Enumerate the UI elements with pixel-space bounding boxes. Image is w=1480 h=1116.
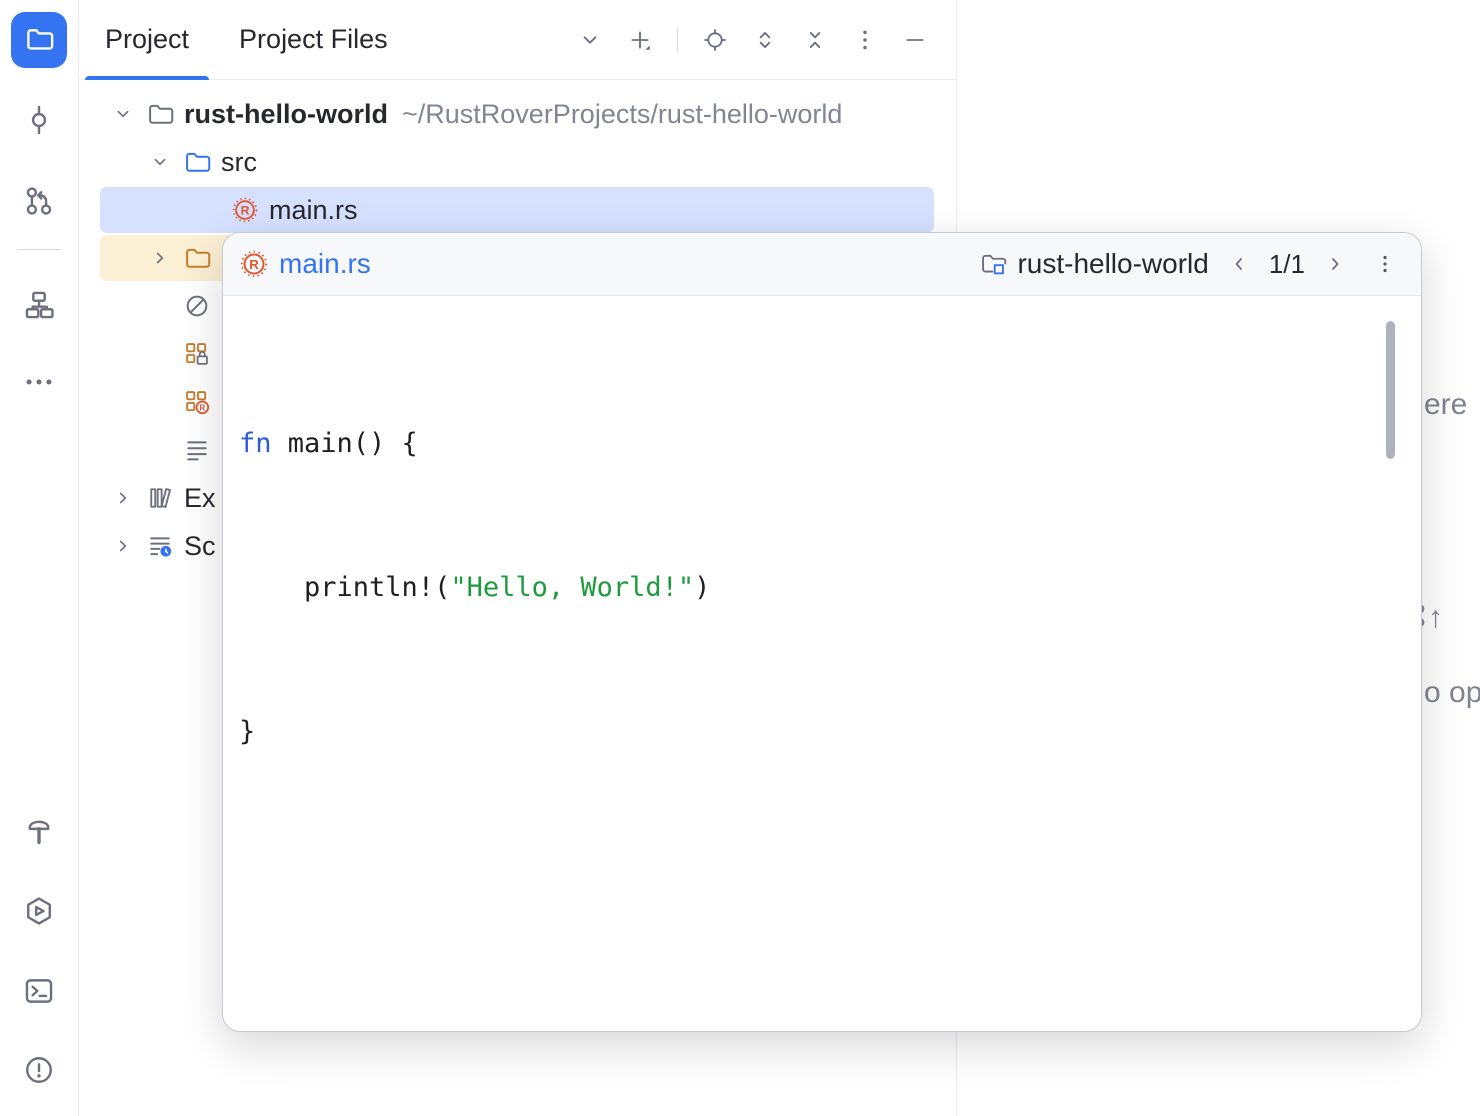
- code-line: fn main() {: [239, 420, 1421, 468]
- toolbar-separator: [677, 28, 678, 52]
- tab-project-files-label: Project Files: [239, 24, 388, 55]
- selection-highlight: [100, 187, 934, 233]
- hide-panel-icon[interactable]: [902, 27, 928, 53]
- collapse-all-icon[interactable]: [802, 27, 828, 53]
- tree-root-path: ~/RustRoverProjects/rust-hello-world: [402, 99, 842, 130]
- scratches-icon: [146, 532, 174, 560]
- tab-project-files[interactable]: Project Files: [219, 0, 408, 79]
- cargo-toml-file-icon: R: [183, 388, 211, 416]
- folder-icon: [146, 100, 174, 128]
- tree-label-main-rs: main.rs: [269, 195, 358, 226]
- scrollbar-thumb[interactable]: [1386, 321, 1395, 459]
- tree-row-root-folder[interactable]: rust-hello-world ~/RustRoverProjects/rus…: [79, 90, 956, 138]
- project-panel-toolbar: [577, 0, 956, 79]
- folder-icon: [24, 24, 54, 57]
- project-panel-header: Project Project Files: [79, 0, 956, 80]
- ignored-file-icon: [183, 292, 211, 320]
- code-line: }: [239, 708, 1421, 756]
- tree-row-src[interactable]: src: [79, 138, 956, 186]
- previous-chevron-left-icon[interactable]: [1227, 252, 1251, 276]
- popup-menu-kebab-icon[interactable]: [1373, 252, 1397, 276]
- svg-text:R: R: [241, 203, 250, 217]
- activity-bar: [0, 0, 79, 1116]
- excluded-folder-icon: [183, 244, 211, 272]
- structure-icon[interactable]: [22, 288, 56, 322]
- next-chevron-right-icon[interactable]: [1323, 252, 1347, 276]
- popup-header: R main.rs rust-hello-world 1/1: [223, 233, 1421, 296]
- svg-text:R: R: [249, 257, 259, 272]
- libraries-icon: [146, 484, 174, 512]
- chevron-right-icon[interactable]: [112, 535, 134, 557]
- file-location-icon: [979, 250, 1007, 278]
- commit-icon[interactable]: [22, 103, 56, 137]
- build-icon[interactable]: [22, 814, 56, 848]
- pull-requests-icon[interactable]: [22, 184, 56, 218]
- rust-file-icon: R: [239, 249, 269, 279]
- more-options-icon[interactable]: [852, 27, 878, 53]
- popup-header-controls: rust-hello-world 1/1: [979, 248, 1397, 280]
- chevron-down-icon[interactable]: [112, 103, 134, 125]
- terminal-icon[interactable]: [22, 974, 56, 1008]
- chevron-right-icon[interactable]: [112, 487, 134, 509]
- code-token: }: [239, 716, 255, 747]
- tree-row-main-rs[interactable]: R main.rs: [79, 186, 956, 234]
- keyword-token: fn: [239, 428, 272, 459]
- code-token: println!(: [239, 572, 450, 603]
- code-token: main() {: [272, 428, 418, 459]
- tree-label-scratches: Sc: [184, 531, 216, 562]
- svg-text:R: R: [199, 403, 205, 412]
- editor-hint-fragment: o open: [1424, 676, 1480, 710]
- quick-definition-popup: R main.rs rust-hello-world 1/1 fn main()…: [222, 232, 1422, 1032]
- sources-folder-icon: [183, 148, 211, 176]
- tab-project[interactable]: Project: [85, 0, 209, 79]
- more-tool-windows-icon[interactable]: [22, 365, 56, 399]
- cargo-lock-file-icon: [183, 340, 211, 368]
- popup-counter: 1/1: [1269, 249, 1305, 280]
- text-file-icon: [183, 436, 211, 464]
- add-icon[interactable]: [627, 27, 653, 53]
- activity-bar-divider: [17, 249, 61, 250]
- project-tool-button[interactable]: [11, 12, 67, 68]
- popup-file-name[interactable]: main.rs: [279, 248, 371, 280]
- chevron-down-icon[interactable]: [149, 151, 171, 173]
- popup-location-label: rust-hello-world: [1017, 248, 1208, 280]
- code-token: ): [694, 572, 710, 603]
- chevron-right-icon[interactable]: [149, 247, 171, 269]
- tree-label-src: src: [221, 147, 257, 178]
- problems-icon[interactable]: [22, 1053, 56, 1087]
- view-options-chevron-down-icon[interactable]: [577, 27, 603, 53]
- editor-hint-fragment: ere: [1424, 388, 1467, 422]
- rust-file-icon: R: [231, 196, 259, 224]
- tab-project-label: Project: [105, 24, 189, 55]
- string-token: "Hello, World!": [450, 572, 694, 603]
- run-icon[interactable]: [22, 894, 56, 928]
- active-tab-underline: [85, 76, 209, 80]
- tree-label-external-libraries: Ex: [184, 483, 216, 514]
- code-line: println!("Hello, World!"): [239, 564, 1421, 612]
- code-preview: fn main() { println!("Hello, World!") }: [223, 296, 1421, 852]
- expand-all-icon[interactable]: [752, 27, 778, 53]
- locate-file-icon[interactable]: [702, 27, 728, 53]
- tree-label-root: rust-hello-world: [184, 99, 388, 130]
